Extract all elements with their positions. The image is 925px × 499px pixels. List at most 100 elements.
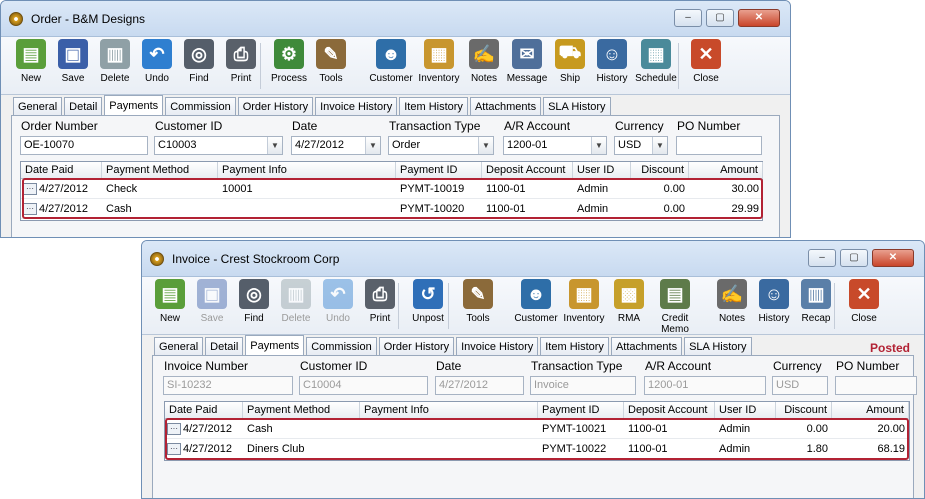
rma-button[interactable]: ▩ RMA (607, 279, 651, 324)
tab-attachments[interactable]: Attachments (610, 337, 683, 356)
new-button[interactable]: ▤ New (9, 39, 53, 84)
tools-button[interactable]: ✎ Tools (309, 39, 353, 84)
chevron-down-icon[interactable]: ▼ (267, 137, 282, 154)
schedule-button[interactable]: ▦ Schedule (634, 39, 678, 84)
print-button[interactable]: ⎙ Print (358, 279, 402, 324)
customer-button[interactable]: ☻ Customer (369, 39, 413, 84)
tab-detail[interactable]: Detail (205, 337, 244, 356)
transaction-type-combo[interactable]: Order ▼ (388, 136, 494, 155)
customer-person-icon: ☻ (521, 279, 551, 309)
tab-detail[interactable]: Detail (64, 97, 103, 116)
toolbar-label: Unpost (412, 313, 444, 324)
tab-order-history[interactable]: Order History (237, 97, 314, 116)
tab-payments[interactable]: Payments (245, 335, 305, 356)
po-number-field[interactable] (835, 376, 917, 395)
find-button[interactable]: ◎ Find (232, 279, 276, 324)
transaction-type-field[interactable]: Invoice (530, 376, 636, 395)
tab-commission[interactable]: Commission (306, 337, 377, 356)
tab-sla-history[interactable]: SLA History (684, 337, 752, 356)
notes-button[interactable]: ✍ Notes (710, 279, 754, 324)
recap-button[interactable]: ▥ Recap (794, 279, 838, 324)
ship-button[interactable]: ⛟ Ship (548, 39, 592, 84)
customer-id-label: Customer ID (155, 119, 223, 133)
customer-id-combo[interactable]: C10003 ▼ (154, 136, 283, 155)
po-number-field[interactable] (676, 136, 762, 155)
column-header-payment-id[interactable]: Payment ID (538, 402, 624, 419)
title-bar[interactable]: Invoice - Crest Stockroom Corp – ▢ ✕ (142, 241, 924, 277)
process-button[interactable]: ⚙ Process (267, 39, 311, 84)
column-header-deposit-account[interactable]: Deposit Account (624, 402, 715, 419)
tab-item-history[interactable]: Item History (540, 337, 609, 356)
column-header-payment-info[interactable]: Payment Info (360, 402, 538, 419)
history-button[interactable]: ☺ History (752, 279, 796, 324)
column-header-user-id[interactable]: User ID (715, 402, 776, 419)
delete-button[interactable]: ▥ Delete (93, 39, 137, 84)
chevron-down-icon[interactable]: ▼ (365, 137, 380, 154)
chevron-down-icon[interactable]: ▼ (652, 137, 667, 154)
minimize-button[interactable]: – (808, 249, 836, 267)
undo-button[interactable]: ↶ Undo (135, 39, 179, 84)
maximize-button[interactable]: ▢ (706, 9, 734, 27)
order-number-field[interactable]: OE-10070 (20, 136, 148, 155)
column-header-date-paid[interactable]: Date Paid (165, 402, 243, 419)
column-header-amount[interactable]: Amount (832, 402, 909, 419)
currency-field[interactable]: USD (772, 376, 828, 395)
date-field[interactable]: 4/27/2012 (435, 376, 524, 395)
notes-pen-icon: ✍ (717, 279, 747, 309)
inventory-button[interactable]: ▦ Inventory (562, 279, 606, 324)
tab-commission[interactable]: Commission (165, 97, 236, 116)
column-header-deposit-account[interactable]: Deposit Account (482, 162, 573, 179)
tab-general[interactable]: General (154, 337, 204, 356)
tools-button[interactable]: ✎ Tools (456, 279, 500, 324)
chevron-down-icon[interactable]: ▼ (478, 137, 493, 154)
chevron-down-icon[interactable]: ▼ (591, 137, 606, 154)
minimize-button[interactable]: – (674, 9, 702, 27)
inventory-button[interactable]: ▦ Inventory (417, 39, 461, 84)
column-header-amount[interactable]: Amount (689, 162, 763, 179)
close-window-button[interactable]: ✕ (872, 249, 914, 267)
schedule-calendar-icon: ▦ (641, 39, 671, 69)
tab-sla-history[interactable]: SLA History (543, 97, 611, 116)
currency-combo[interactable]: USD ▼ (614, 136, 668, 155)
invoice-number-field[interactable]: SI-10232 (163, 376, 293, 395)
history-button[interactable]: ☺ History (590, 39, 634, 84)
customer-button[interactable]: ☻ Customer (514, 279, 558, 324)
tab-invoice-history[interactable]: Invoice History (456, 337, 539, 356)
tab-payments[interactable]: Payments (104, 95, 164, 116)
undo-button[interactable]: ↶ Undo (316, 279, 360, 324)
tab-invoice-history[interactable]: Invoice History (315, 97, 398, 116)
unpost-button[interactable]: ↺ Unpost (406, 279, 450, 324)
column-header-discount[interactable]: Discount (631, 162, 689, 179)
column-header-payment-info[interactable]: Payment Info (218, 162, 396, 179)
find-button[interactable]: ◎ Find (177, 39, 221, 84)
credit-memo-button[interactable]: ▤ Credit Memo (653, 279, 697, 335)
column-header-payment-method[interactable]: Payment Method (102, 162, 218, 179)
tab-attachments[interactable]: Attachments (469, 97, 542, 116)
ar-account-field[interactable]: 1200-01 (644, 376, 766, 395)
ar-account-value: 1200-01 (507, 139, 548, 151)
customer-id-field[interactable]: C10004 (299, 376, 428, 395)
date-picker[interactable]: 4/27/2012 ▼ (291, 136, 381, 155)
tab-item-history[interactable]: Item History (399, 97, 468, 116)
print-button[interactable]: ⎙ Print (219, 39, 263, 84)
tab-order-history[interactable]: Order History (378, 337, 455, 356)
column-header-discount[interactable]: Discount (776, 402, 832, 419)
save-button[interactable]: ▣ Save (51, 39, 95, 84)
column-header-payment-method[interactable]: Payment Method (243, 402, 360, 419)
ar-account-combo[interactable]: 1200-01 ▼ (503, 136, 607, 155)
maximize-button[interactable]: ▢ (840, 249, 868, 267)
close-window-button[interactable]: ✕ (738, 9, 780, 27)
message-button[interactable]: ✉ Message (505, 39, 549, 84)
column-header-payment-id[interactable]: Payment ID (396, 162, 482, 179)
close-button[interactable]: ✕ Close (684, 39, 728, 84)
close-button[interactable]: ✕ Close (842, 279, 886, 324)
delete-button[interactable]: ▥ Delete (274, 279, 318, 324)
save-button[interactable]: ▣ Save (190, 279, 234, 324)
tab-general[interactable]: General (13, 97, 63, 116)
notes-button[interactable]: ✍ Notes (462, 39, 506, 84)
new-button[interactable]: ▤ New (148, 279, 192, 324)
column-header-date-paid[interactable]: Date Paid (21, 162, 102, 179)
column-header-user-id[interactable]: User ID (573, 162, 631, 179)
toolbar-label: History (596, 73, 628, 84)
title-bar[interactable]: Order - B&M Designs – ▢ ✕ (1, 1, 790, 37)
